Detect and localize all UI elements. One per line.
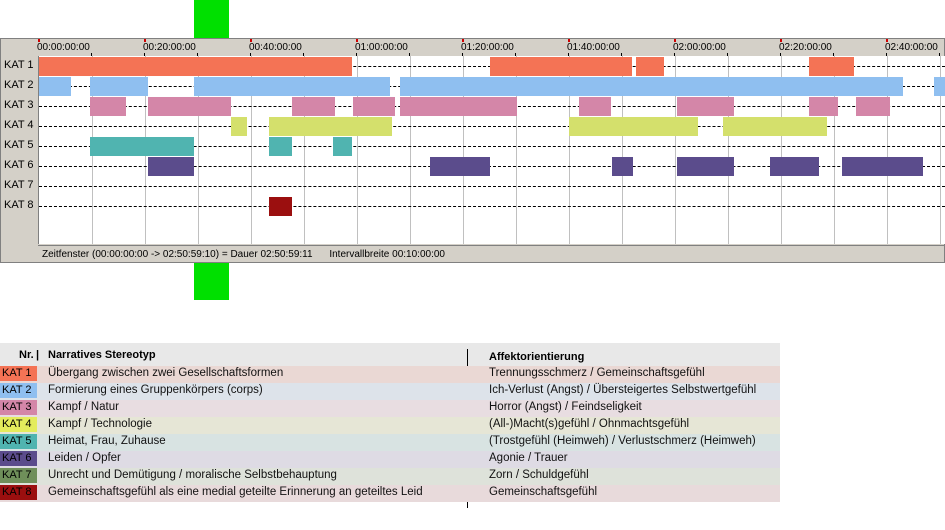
category-segment[interactable]	[90, 97, 126, 116]
legend-stereotype: Leiden / Opfer	[48, 452, 121, 464]
legend-stereotype: Formierung eines Gruppenkörpers (corps)	[48, 384, 263, 396]
timeline-panel: 00:00:00:00 00:20:00:00 00:40:00:00 01:00:0…	[0, 38, 945, 263]
category-row-label: KAT 4	[4, 119, 34, 131]
interval-width-text: Intervallbreite 00:10:00:00	[329, 249, 445, 260]
category-segment[interactable]	[269, 117, 392, 136]
legend-affect: (All-)Macht(s)gefühl / Ohnmachtsgefühl	[489, 418, 690, 430]
time-window-text: Zeitfenster (00:00:00:00 -> 02:50:59:10)…	[42, 249, 313, 260]
category-segment[interactable]	[677, 157, 734, 176]
time-ruler[interactable]: 00:00:00:00 00:20:00:00 00:40:00:00 01:00:0…	[37, 39, 944, 56]
category-segment[interactable]	[579, 97, 611, 116]
legend-row: KAT 8 Gemeinschaftsgefühl als eine medial…	[0, 485, 780, 502]
legend-category-code: KAT 3	[0, 400, 37, 415]
category-segment[interactable]	[148, 97, 231, 116]
category-row-line	[39, 186, 945, 187]
legend-category-code: KAT 6	[0, 451, 37, 466]
category-segment[interactable]	[770, 157, 819, 176]
ruler-tick-label: 00:40:00:00	[249, 42, 302, 53]
legend-affect: Trennungsschmerz / Gemeinschaftsgefühl	[489, 367, 705, 379]
category-segment[interactable]	[269, 197, 292, 216]
legend-affect: Agonie / Trauer	[489, 452, 568, 464]
legend-affect: Horror (Angst) / Feindseligkeit	[489, 401, 642, 413]
legend-row: KAT 4 Kampf / Technologie (All-)Macht(s)ge…	[0, 417, 780, 434]
timeline-plot[interactable]	[38, 56, 945, 244]
ruler-tick-label: 02:00:00:00	[673, 42, 726, 53]
ruler-tick-label: 02:20:00:00	[779, 42, 832, 53]
timeline-playhead-marker-top[interactable]	[194, 0, 229, 38]
category-segment[interactable]	[934, 77, 945, 96]
category-segment[interactable]	[677, 97, 734, 116]
legend-rows: KAT 1 Übergang zwischen zwei Gesellschaft…	[0, 366, 780, 502]
legend-stereotype: Kampf / Natur	[48, 401, 119, 413]
legend-category-code: KAT 7	[0, 468, 37, 483]
legend-row: KAT 6 Leiden / Opfer Agonie / Trauer	[0, 451, 780, 468]
ruler-tick-label: 01:00:00:00	[355, 42, 408, 53]
legend-header-affect: Affektorientierung	[489, 351, 585, 363]
legend-category-code: KAT 1	[0, 366, 37, 381]
legend-stereotype: Heimat, Frau, Zuhause	[48, 435, 166, 447]
ruler-tick-label: 01:40:00:00	[567, 42, 620, 53]
legend-header: Nr. | Narratives Stereotyp Affektorienti…	[0, 343, 780, 366]
category-segment[interactable]	[569, 117, 698, 136]
legend-affect: Zorn / Schuldgefühl	[489, 469, 589, 481]
timeline-playhead-marker-bottom[interactable]	[194, 263, 229, 300]
category-segment[interactable]	[90, 77, 148, 96]
category-row-line	[39, 206, 945, 207]
legend-row: KAT 3 Kampf / Natur Horror (Angst) / Feind…	[0, 400, 780, 417]
category-row-label: KAT 6	[4, 159, 34, 171]
category-segment[interactable]	[842, 157, 923, 176]
category-segment[interactable]	[636, 57, 664, 76]
category-segment[interactable]	[333, 137, 352, 156]
category-row-label: KAT 5	[4, 139, 34, 151]
ruler-tick-label: 00:00:00:00	[37, 42, 90, 53]
category-segment[interactable]	[400, 97, 517, 116]
category-segment[interactable]	[809, 97, 838, 116]
category-segment[interactable]	[292, 97, 335, 116]
legend-category-code: KAT 2	[0, 383, 37, 398]
category-segment[interactable]	[148, 157, 194, 176]
category-segment[interactable]	[231, 117, 247, 136]
category-segment[interactable]	[430, 157, 490, 176]
category-segment[interactable]	[39, 57, 352, 76]
category-row-label: KAT 7	[4, 179, 34, 191]
category-row-label: KAT 3	[4, 99, 34, 111]
legend-affect: (Trostgefühl (Heimweh) / Verlustschmerz …	[489, 435, 756, 447]
legend-category-code: KAT 5	[0, 434, 37, 449]
legend-stereotype: Übergang zwischen zwei Gesellschaftsform…	[48, 367, 284, 379]
category-segment[interactable]	[856, 97, 890, 116]
legend-affect: Gemeinschaftsgefühl	[489, 486, 598, 498]
category-segment[interactable]	[39, 77, 71, 96]
category-segment[interactable]	[490, 57, 632, 76]
legend-category-code: KAT 8	[0, 485, 37, 500]
legend-header-stereotype: Narratives Stereotyp	[48, 349, 156, 361]
category-row-label: KAT 2	[4, 79, 34, 91]
legend-row: KAT 1 Übergang zwischen zwei Gesellschaft…	[0, 366, 780, 383]
legend-row: KAT 7 Unrecht und Demütigung / moralische…	[0, 468, 780, 485]
legend-stereotype: Unrecht und Demütigung / moralische Selb…	[48, 469, 337, 481]
legend-affect: Ich-Verlust (Angst) / Übersteigertes Sel…	[489, 384, 757, 396]
legend-category-code: KAT 4	[0, 417, 37, 432]
category-segment[interactable]	[612, 157, 633, 176]
category-segment[interactable]	[353, 97, 395, 116]
category-segment[interactable]	[723, 117, 827, 136]
category-row-label: KAT 1	[4, 59, 34, 71]
ruler-tick-label: 01:20:00:00	[461, 42, 514, 53]
ruler-tick-label: 02:40:00:00	[885, 42, 938, 53]
category-segment[interactable]	[194, 77, 390, 96]
legend-header-nr: Nr.	[19, 349, 34, 361]
ruler-tick-label: 00:20:00:00	[143, 42, 196, 53]
legend-row: KAT 5 Heimat, Frau, Zuhause (Trostgefühl (…	[0, 434, 780, 451]
category-segment[interactable]	[269, 137, 292, 156]
legend-stereotype: Kampf / Technologie	[48, 418, 152, 430]
category-segment[interactable]	[809, 57, 854, 76]
legend-row: KAT 2 Formierung eines Gruppenkörpers (co…	[0, 383, 780, 400]
status-bar: Zeitfenster (00:00:00:00 -> 02:50:59:10)…	[38, 245, 944, 262]
category-row-label: KAT 8	[4, 199, 34, 211]
legend-stereotype: Gemeinschaftsgefühl als eine medial gete…	[48, 486, 423, 498]
legend-header-divider: |	[36, 349, 40, 361]
category-segment[interactable]	[400, 77, 903, 96]
category-segment[interactable]	[90, 137, 194, 156]
category-legend: Nr. | Narratives Stereotyp Affektorienti…	[0, 343, 780, 508]
